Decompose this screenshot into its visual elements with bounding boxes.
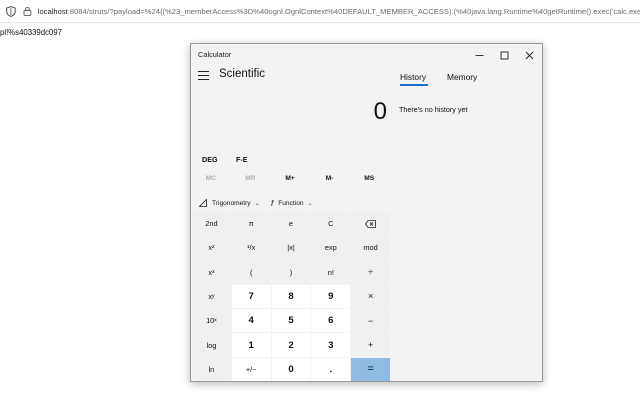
title-bar[interactable]: Calculator (191, 44, 542, 66)
fe-button[interactable]: F-E (236, 155, 248, 164)
trigonometry-label: Trigonometry (212, 199, 251, 207)
minimize-button[interactable] (467, 44, 492, 66)
pi-button[interactable]: π (231, 212, 271, 236)
digit-1-button[interactable]: 1 (231, 333, 271, 357)
function-label: Function (278, 200, 304, 207)
mode-title: Scientific (219, 68, 266, 80)
decimal-button[interactable]: . (311, 357, 351, 381)
keypad: 2nd π e C x² ¹/x |x| exp mod x³ ( ) n! ÷… (192, 212, 390, 381)
close-paren-button[interactable]: ) (271, 260, 311, 284)
triangle-icon (199, 199, 207, 207)
digit-5-button[interactable]: 5 (271, 309, 311, 333)
digit-3-button[interactable]: 3 (311, 333, 351, 357)
browser-url-bar[interactable]: localhost:8084/struts/?payload=%24{(%23_… (0, 0, 640, 23)
maximize-icon (500, 51, 509, 59)
square-button[interactable]: x² (192, 236, 231, 260)
ms-button[interactable]: MS (349, 175, 389, 189)
m-plus-button[interactable]: M+ (270, 175, 310, 189)
page-text: pl!%s40339dc097 (0, 28, 62, 37)
tab-history[interactable]: History (400, 72, 426, 82)
mc-button: MC (205, 175, 216, 182)
history-empty-message: There's no history yet (399, 105, 468, 114)
backspace-button[interactable] (351, 212, 390, 236)
ln-button[interactable]: ln (192, 357, 231, 381)
log-button[interactable]: log (192, 333, 231, 357)
page-info-icon[interactable] (23, 6, 32, 16)
ten-power-button[interactable]: 10ˣ (192, 309, 231, 333)
negate-button[interactable]: +/− (231, 357, 271, 381)
maximize-button[interactable] (492, 44, 517, 66)
mode-row: DEG F-E (191, 151, 391, 167)
result-display: 0 (373, 98, 387, 125)
chevron-down-icon: ⌄ (254, 200, 260, 207)
function-dropdown[interactable]: f Function ⌄ (271, 199, 313, 208)
function-icon: f (271, 199, 274, 208)
trigonometry-dropdown[interactable]: Trigonometry ⌄ (199, 199, 260, 207)
active-tab-indicator (400, 84, 428, 86)
digit-2-button[interactable]: 2 (271, 333, 311, 357)
hamburger-menu-icon[interactable] (198, 71, 209, 81)
e-button[interactable]: e (271, 212, 311, 236)
reciprocal-button[interactable]: ¹/x (231, 236, 271, 260)
shield-icon[interactable] (6, 5, 16, 17)
function-row: Trigonometry ⌄ f Function ⌄ (191, 196, 389, 212)
equals-button[interactable]: = (351, 357, 390, 381)
power-button[interactable]: xʸ (192, 284, 231, 309)
open-paren-button[interactable]: ( (231, 260, 271, 284)
subtract-button[interactable]: − (351, 309, 390, 333)
angle-mode-button[interactable]: DEG (202, 155, 218, 164)
digit-0-button[interactable]: 0 (271, 357, 311, 381)
backspace-icon (365, 219, 376, 228)
digit-7-button[interactable]: 7 (231, 284, 271, 309)
close-button[interactable] (517, 44, 542, 66)
digit-6-button[interactable]: 6 (311, 309, 351, 333)
chevron-down-icon: ⌄ (307, 201, 313, 207)
add-button[interactable]: + (351, 333, 390, 357)
digit-4-button[interactable]: 4 (231, 309, 271, 333)
m-minus-button[interactable]: M- (310, 175, 350, 189)
url-field[interactable]: localhost:8084/struts/?payload=%24{(%23_… (38, 7, 640, 16)
calculator-window[interactable]: Calculator Scientific History Memory The… (190, 43, 543, 382)
window-title: Calculator (198, 50, 232, 59)
digit-9-button[interactable]: 9 (311, 284, 351, 309)
second-button[interactable]: 2nd (192, 212, 231, 236)
exp-button[interactable]: exp (311, 236, 351, 260)
tab-memory[interactable]: Memory (447, 72, 477, 82)
mod-button[interactable]: mod (351, 236, 390, 260)
memory-row: MC MR M+ M- MS (191, 175, 389, 189)
digit-8-button[interactable]: 8 (271, 284, 311, 309)
factorial-button[interactable]: n! (311, 260, 351, 284)
divide-button[interactable]: ÷ (351, 260, 390, 284)
cube-button[interactable]: x³ (192, 260, 231, 284)
mr-button: MR (245, 175, 256, 182)
url-path: :8084/struts/?payload=%24{(%23_memberAcc… (67, 6, 640, 16)
url-host: localhost (37, 6, 68, 16)
minimize-icon (475, 54, 484, 56)
multiply-button[interactable]: × (351, 284, 390, 309)
clear-button[interactable]: C (311, 212, 351, 236)
close-icon (525, 51, 534, 59)
abs-button[interactable]: |x| (271, 236, 311, 260)
